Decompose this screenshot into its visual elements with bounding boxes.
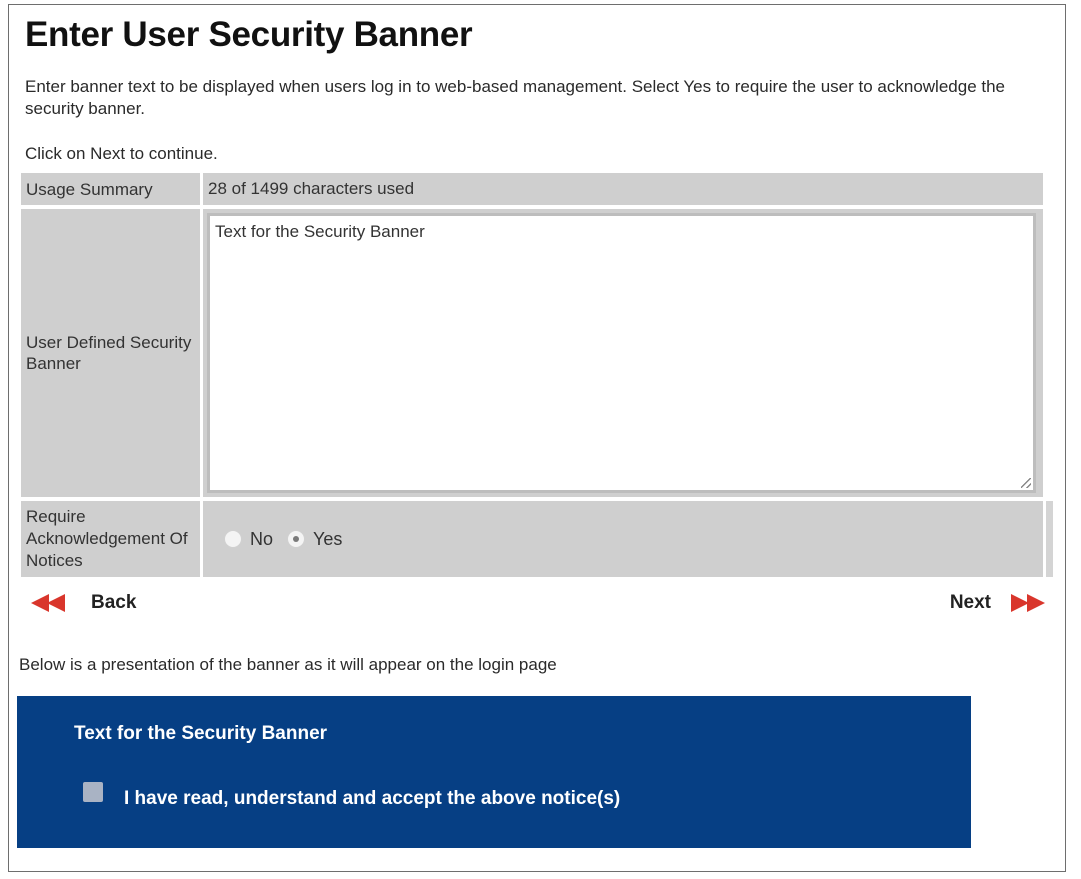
preview-acknowledge-text: I have read, understand and accept the a…	[124, 788, 621, 809]
preview-acknowledge-checkbox[interactable]	[83, 782, 103, 802]
banner-text-label: User Defined Security Banner	[26, 333, 192, 373]
row-scrollbar[interactable]	[1046, 501, 1053, 577]
intro-text: Enter banner text to be displayed when u…	[25, 77, 1006, 118]
acknowledgement-row: Require Acknowledgement Of Notices No Ye…	[21, 501, 1053, 577]
page-title: Enter User Security Banner	[25, 15, 473, 54]
acknowledgement-radio-group: No Yes	[224, 501, 356, 577]
preview-banner-text: Text for the Security Banner	[74, 723, 328, 744]
security-banner-panel: Enter User Security Banner Enter banner …	[8, 4, 1066, 872]
preview-caption: Below is a presentation of the banner as…	[19, 655, 557, 674]
radio-no-label[interactable]: No	[250, 529, 273, 550]
next-button[interactable]: Next	[950, 592, 1045, 614]
usage-summary-label: Usage Summary	[26, 179, 153, 199]
back-button[interactable]: Back	[31, 592, 136, 614]
banner-form: Usage Summary 28 of 1499 characters used…	[21, 173, 1053, 577]
usage-summary-row: Usage Summary 28 of 1499 characters used	[21, 173, 1043, 205]
resize-grip-icon[interactable]	[1021, 478, 1031, 488]
double-arrow-left-icon	[31, 594, 65, 612]
radio-yes[interactable]	[287, 530, 306, 548]
column-divider	[200, 209, 203, 497]
banner-preview: Text for the Security Banner I have read…	[17, 696, 971, 848]
acknowledgement-label: Require Acknowledgement Of Notices	[26, 507, 188, 570]
column-divider	[200, 501, 203, 577]
banner-text-row: User Defined Security Banner	[21, 209, 1043, 497]
back-label: Back	[91, 592, 137, 613]
instruction-text: Click on Next to continue.	[25, 144, 218, 163]
column-divider	[200, 173, 203, 205]
double-arrow-right-icon	[1011, 594, 1045, 612]
radio-no[interactable]	[224, 530, 242, 548]
next-label: Next	[949, 592, 991, 613]
usage-summary-value: 28 of 1499 characters used	[208, 179, 415, 198]
banner-textarea[interactable]	[207, 213, 1036, 493]
radio-yes-label[interactable]: Yes	[313, 529, 342, 550]
